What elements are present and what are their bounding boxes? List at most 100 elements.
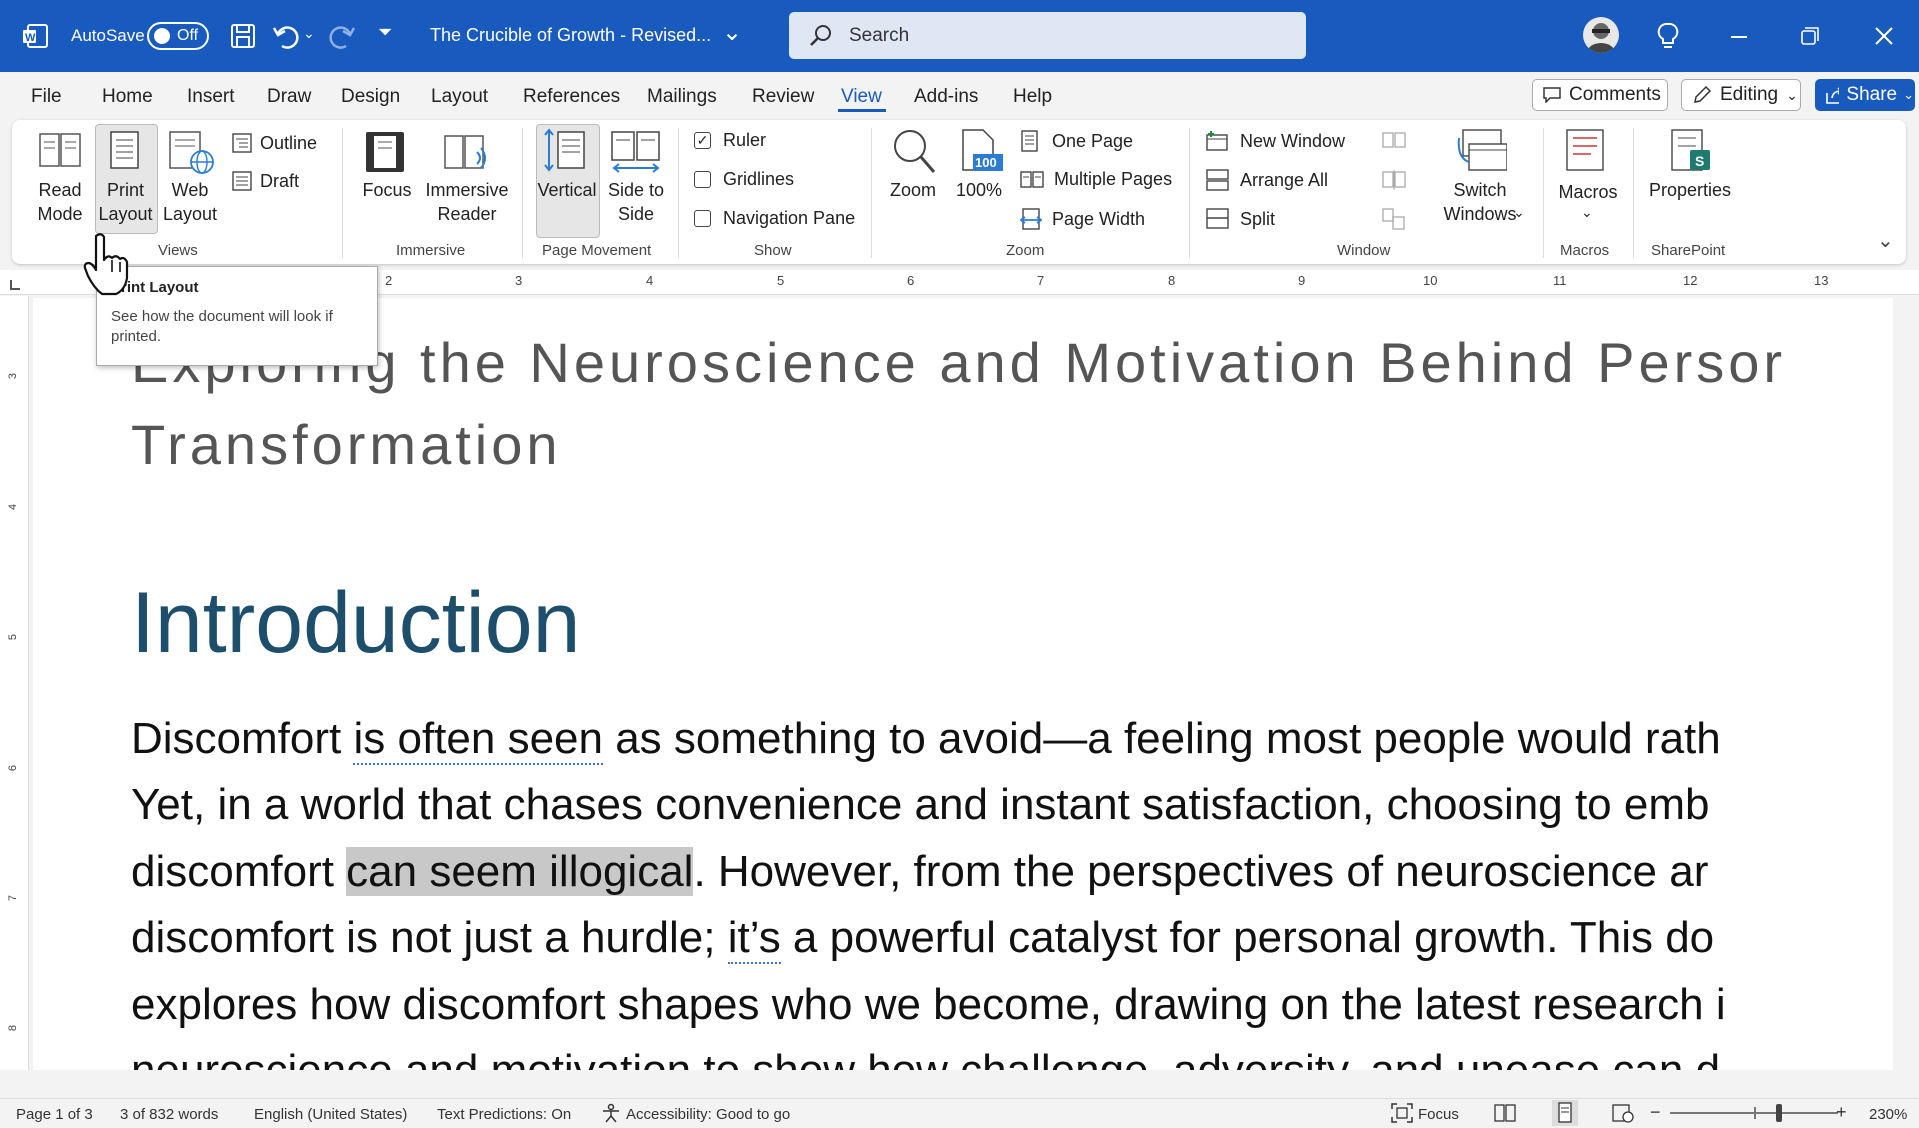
language-status[interactable]: English (United States) — [254, 1106, 407, 1123]
title-bar: W AutoSave Off ⌄ ⏷ The Crucible of Growt… — [0, 0, 1919, 72]
view-side-by-side-icon[interactable] — [1382, 131, 1406, 151]
text-run: a powerful catalyst for personal growth.… — [780, 913, 1715, 962]
text-predictions-status[interactable]: Text Predictions: On — [437, 1106, 571, 1123]
document-subtitle-line-2[interactable]: Transformation — [131, 412, 562, 477]
ribbon-separator — [522, 128, 523, 258]
zoom-in-button[interactable]: + — [1836, 1102, 1847, 1123]
zoom-slider-thumb[interactable] — [1776, 1104, 1782, 1122]
focus-mode-button[interactable]: Focus — [1418, 1106, 1459, 1123]
share-button[interactable]: Share ⌄ — [1815, 79, 1915, 111]
web-layout-view-icon[interactable] — [1612, 1103, 1634, 1123]
properties-button[interactable]: Properties — [1640, 178, 1740, 202]
navigation-pane-checkbox-row[interactable]: Navigation Pane — [694, 208, 855, 229]
ruler-checkbox[interactable]: ✓ — [694, 132, 711, 149]
read-mode-button[interactable]: Read Mode — [30, 178, 90, 226]
close-icon[interactable] — [1875, 27, 1893, 45]
side-to-side-button[interactable]: Side to Side — [605, 178, 667, 226]
tab-file[interactable]: File — [31, 86, 62, 108]
tab-design[interactable]: Design — [341, 86, 400, 108]
immersive-reader-icon — [444, 135, 486, 169]
synchronous-scrolling-icon[interactable] — [1382, 169, 1406, 191]
undo-dropdown-icon[interactable]: ⌄ — [303, 25, 315, 42]
paragraph-line[interactable]: discomfort is not just a hurdle; it’s a … — [131, 913, 1715, 964]
search-icon — [810, 25, 831, 46]
tab-mailings[interactable]: Mailings — [647, 86, 717, 108]
redo-icon[interactable] — [328, 22, 356, 50]
immersive-reader-label: Immersive Reader — [425, 180, 509, 224]
gridlines-checkbox-row[interactable]: Gridlines — [694, 169, 794, 190]
horizontal-scrollbar[interactable] — [0, 1070, 1919, 1098]
search-box[interactable]: Search — [789, 12, 1306, 59]
tab-add-ins[interactable]: Add-ins — [914, 86, 978, 108]
gridlines-checkbox[interactable] — [694, 171, 711, 188]
autosave-toggle[interactable]: Off — [147, 22, 209, 50]
chevron-down-icon: ⌄ — [1903, 87, 1914, 102]
tab-review[interactable]: Review — [752, 86, 814, 108]
comments-button[interactable]: Comments — [1532, 79, 1668, 111]
zoom-button[interactable]: Zoom — [882, 178, 944, 202]
lightbulb-icon[interactable] — [1657, 22, 1679, 50]
tab-help[interactable]: Help — [1013, 86, 1052, 108]
word-count[interactable]: 3 of 832 words — [120, 1106, 218, 1123]
heading-introduction[interactable]: Introduction — [131, 574, 580, 673]
tab-layout[interactable]: Layout — [431, 86, 488, 108]
focus-button[interactable]: Focus — [357, 178, 417, 202]
avatar[interactable] — [1583, 17, 1619, 53]
vertical-ruler[interactable]: 3 4 5 6 7 8 — [0, 296, 29, 1072]
text-run: discomfort is not just a hurdle; — [131, 913, 728, 962]
zoom-100-button[interactable]: 100% — [948, 178, 1010, 202]
document-page[interactable]: Exploring the Neuroscience and Motivatio… — [33, 298, 1893, 1070]
macros-button[interactable]: Macros — [1553, 180, 1623, 204]
save-icon[interactable] — [230, 23, 256, 49]
tab-home[interactable]: Home — [102, 86, 153, 108]
vertical-scrollbar[interactable] — [1893, 298, 1919, 1070]
paragraph-line[interactable]: neuroscience and motivation to show how … — [131, 1046, 1720, 1070]
editing-mode-button[interactable]: Editing ⌄ — [1681, 79, 1801, 111]
new-window-button[interactable]: New Window — [1206, 130, 1345, 152]
multiple-pages-button[interactable]: Multiple Pages — [1020, 169, 1172, 190]
immersive-reader-button[interactable]: Immersive Reader — [422, 178, 512, 226]
restore-icon[interactable] — [1801, 27, 1819, 45]
ruler-checkbox-row[interactable]: ✓ Ruler — [694, 130, 766, 151]
outline-button[interactable]: Outline — [232, 130, 317, 156]
page-count[interactable]: Page 1 of 3 — [16, 1106, 93, 1123]
paragraph-line[interactable]: explores how discomfort shapes who we be… — [131, 980, 1726, 1030]
web-layout-label: Web Layout — [162, 180, 218, 224]
one-page-button[interactable]: One Page — [1020, 130, 1133, 152]
minimize-icon[interactable] — [1731, 36, 1747, 38]
selected-text[interactable]: can seem illogical — [346, 847, 694, 896]
new-window-icon — [1206, 131, 1228, 151]
title-dropdown-icon[interactable]: ⌄ — [722, 18, 742, 47]
tab-insert[interactable]: Insert — [187, 86, 235, 108]
tab-draw[interactable]: Draw — [267, 86, 311, 108]
customize-qat-icon[interactable]: ⏷ — [378, 22, 392, 43]
web-layout-button[interactable]: Web Layout — [160, 178, 220, 226]
tab-references[interactable]: References — [523, 86, 620, 108]
paragraph-line[interactable]: Discomfort is often seen as something to… — [131, 714, 1721, 765]
page-width-button[interactable]: Page Width — [1020, 208, 1145, 230]
document-title[interactable]: The Crucible of Growth - Revised... — [430, 25, 711, 46]
draft-button[interactable]: Draft — [232, 168, 299, 194]
zoom-level[interactable]: 230% — [1869, 1106, 1907, 1123]
paragraph-line[interactable]: discomfort can seem illogical. However, … — [131, 847, 1708, 897]
paragraph-line[interactable]: Yet, in a world that chases convenience … — [131, 780, 1709, 830]
split-button[interactable]: Split — [1206, 208, 1275, 230]
document-subtitle[interactable]: Exploring the Neuroscience and Motivatio… — [131, 330, 1786, 395]
tab-view[interactable]: View — [841, 86, 882, 108]
grammar-suggestion[interactable]: it’s — [727, 913, 781, 964]
arrange-all-button[interactable]: Arrange All — [1206, 169, 1328, 191]
ruler-number: 12 — [1683, 273, 1698, 288]
word-icon[interactable]: W — [22, 24, 48, 48]
tab-stop-selector-icon[interactable] — [10, 280, 20, 290]
accessibility-status[interactable]: Accessibility: Good to go — [626, 1106, 790, 1123]
navigation-pane-checkbox[interactable] — [694, 210, 711, 227]
collapse-ribbon-icon[interactable]: ⌄ — [1877, 228, 1894, 253]
text-run: Discomfort — [131, 714, 354, 763]
print-layout-view-icon[interactable] — [1552, 1100, 1578, 1126]
zoom-out-button[interactable]: − — [1650, 1102, 1661, 1123]
read-mode-view-icon[interactable] — [1494, 1103, 1516, 1123]
reset-window-position-icon[interactable] — [1382, 208, 1406, 230]
editing-label: Editing — [1720, 84, 1779, 105]
grammar-suggestion[interactable]: is often seen — [353, 714, 603, 765]
undo-icon[interactable] — [272, 22, 302, 50]
